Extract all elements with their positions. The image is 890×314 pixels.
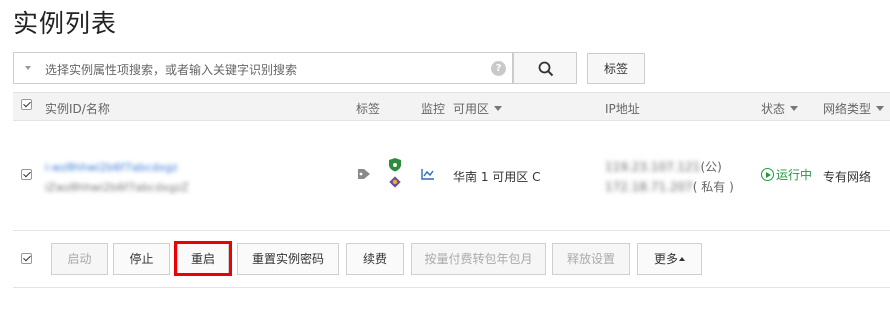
select-all-checkbox[interactable] — [21, 99, 32, 110]
col-zone: 可用区 — [453, 102, 490, 116]
col-network-sort[interactable]: 网络类型 — [823, 100, 885, 117]
row-checkbox[interactable] — [21, 169, 32, 180]
search-button[interactable] — [513, 52, 577, 84]
running-icon — [761, 168, 774, 181]
col-network: 网络类型 — [823, 102, 872, 116]
col-status: 状态 — [761, 102, 786, 116]
help-icon[interactable]: ? — [491, 61, 506, 76]
status-text: 运行中 — [776, 168, 813, 182]
public-ip-value: 119.23.107.121 — [605, 160, 701, 174]
network-type: 专有网络 — [823, 170, 872, 184]
col-status-sort[interactable]: 状态 — [761, 100, 799, 117]
private-ip-value: 172.18.71.207 — [605, 180, 693, 194]
chevron-down-icon[interactable] — [25, 66, 31, 70]
restart-highlight-box — [174, 241, 232, 276]
search-icon — [538, 61, 554, 77]
table-row: i-wz8hhwi2b6f7abcdxgz iZwz8hhwi2b6f7abcd… — [13, 121, 890, 231]
cloud-assistant-icon[interactable] — [388, 175, 402, 189]
instance-id-link[interactable]: i-wz8hhwi2b6f7abcdxgz — [45, 161, 178, 174]
batch-select-checkbox[interactable] — [21, 253, 32, 264]
search-input[interactable]: 选择实例属性项搜索，或者输入关键字识别搜索 — [45, 61, 297, 78]
page-title: 实例列表 — [13, 9, 118, 38]
col-monitor: 监控 — [421, 102, 446, 116]
table-header: 实例ID/名称 标签 监控 可用区 IP地址 状态 网络类型 — [13, 93, 890, 121]
renew-button[interactable]: 续费 — [346, 243, 404, 275]
release-settings-button[interactable]: 释放设置 — [552, 243, 630, 275]
search-box[interactable]: 选择实例属性项搜索，或者输入关键字识别搜索 ? — [13, 52, 513, 84]
tag-filter-button[interactable]: 标签 — [587, 53, 645, 84]
start-button[interactable]: 启动 — [51, 243, 108, 275]
sort-caret-icon — [494, 106, 503, 111]
public-ip-suffix: (公) — [700, 160, 722, 174]
reset-password-button[interactable]: 重置实例密码 — [237, 243, 339, 275]
caret-up-icon — [679, 257, 685, 261]
private-ip-suffix: ( 私有 ) — [692, 180, 734, 194]
col-ip: IP地址 — [605, 102, 640, 116]
convert-billing-button[interactable]: 按量付费转包年包月 — [411, 243, 546, 275]
status-badge: 运行中 — [761, 166, 812, 183]
col-zone-sort[interactable]: 可用区 — [453, 100, 503, 117]
shield-icon[interactable] — [388, 157, 402, 172]
tag-icon[interactable] — [357, 168, 371, 180]
col-tags: 标签 — [356, 102, 381, 116]
sort-caret-icon — [876, 106, 885, 111]
stop-button[interactable]: 停止 — [113, 243, 170, 275]
instance-name: iZwz8hhwi2b6f7abcdxgzZ — [45, 181, 189, 194]
zone-value: 华南 1 可用区 C — [453, 170, 541, 184]
col-id-name: 实例ID/名称 — [45, 102, 110, 116]
monitor-chart-icon[interactable] — [421, 168, 435, 180]
instance-table: 实例ID/名称 标签 监控 可用区 IP地址 状态 网络类型 i-wz8hhwi… — [13, 92, 890, 288]
private-ip: 172.18.71.207( 私有 ) — [605, 178, 734, 195]
sort-caret-icon — [790, 106, 799, 111]
more-button[interactable]: 更多 — [637, 243, 702, 275]
more-label: 更多 — [653, 252, 678, 266]
public-ip: 119.23.107.121(公) — [605, 158, 722, 175]
